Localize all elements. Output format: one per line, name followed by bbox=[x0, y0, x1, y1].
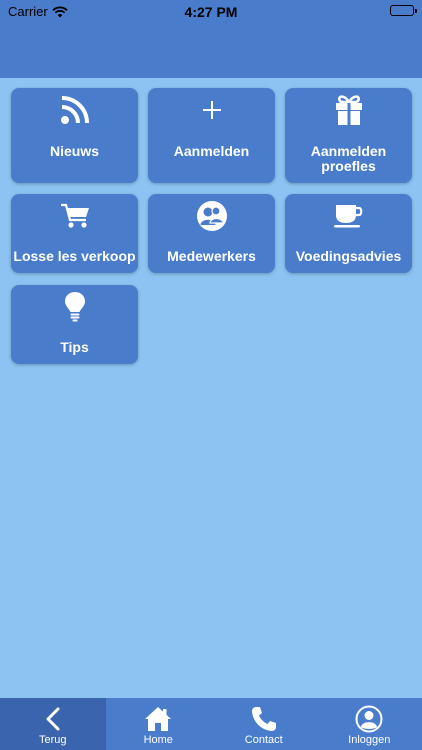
tile-medewerkers[interactable]: Medewerkers bbox=[148, 194, 275, 273]
tile-label: Aanmelden bbox=[173, 143, 250, 159]
tile-label: Aanmelden proefles bbox=[310, 143, 387, 174]
tab-home[interactable]: Home bbox=[106, 698, 212, 750]
user-icon bbox=[355, 705, 383, 733]
tile-label: Nieuws bbox=[49, 143, 99, 159]
clock: 4:27 PM bbox=[184, 4, 238, 20]
tile-aanmelden-proefles[interactable]: Aanmelden proefles bbox=[285, 88, 412, 183]
tab-label: Inloggen bbox=[348, 734, 391, 746]
phone-icon bbox=[251, 705, 277, 733]
users-icon bbox=[148, 196, 275, 236]
tile-label: Medewerkers bbox=[167, 248, 256, 264]
shopping-cart-icon bbox=[11, 196, 138, 236]
tab-bar: Terug Home Contact Inloggen bbox=[0, 698, 422, 750]
tile-label: Losse les verkoop bbox=[13, 248, 136, 264]
tab-contact[interactable]: Contact bbox=[211, 698, 317, 750]
battery-icon bbox=[390, 5, 417, 16]
plus-icon bbox=[148, 90, 275, 130]
gift-icon bbox=[285, 90, 412, 130]
tile-tips[interactable]: Tips bbox=[11, 285, 138, 364]
home-icon bbox=[144, 705, 172, 733]
tab-terug[interactable]: Terug bbox=[0, 698, 106, 750]
chevron-left-icon bbox=[45, 705, 61, 733]
tab-inloggen[interactable]: Inloggen bbox=[317, 698, 422, 750]
tab-label: Terug bbox=[38, 734, 67, 746]
tile-nieuws[interactable]: Nieuws bbox=[11, 88, 138, 183]
tile-label: Tips bbox=[60, 339, 89, 355]
lightbulb-icon bbox=[11, 287, 138, 327]
tile-label: Voedingsadvies bbox=[295, 248, 402, 264]
rss-icon bbox=[11, 90, 138, 130]
tab-label: Home bbox=[143, 734, 173, 746]
status-bar: Carrier 4:27 PM bbox=[0, 0, 422, 22]
tab-label: Contact bbox=[244, 734, 283, 746]
tile-aanmelden[interactable]: Aanmelden bbox=[148, 88, 275, 183]
coffee-cup-icon bbox=[285, 196, 412, 236]
tile-losse-les-verkoop[interactable]: Losse les verkoop bbox=[11, 194, 138, 273]
tile-voedingsadvies[interactable]: Voedingsadvies bbox=[285, 194, 412, 273]
